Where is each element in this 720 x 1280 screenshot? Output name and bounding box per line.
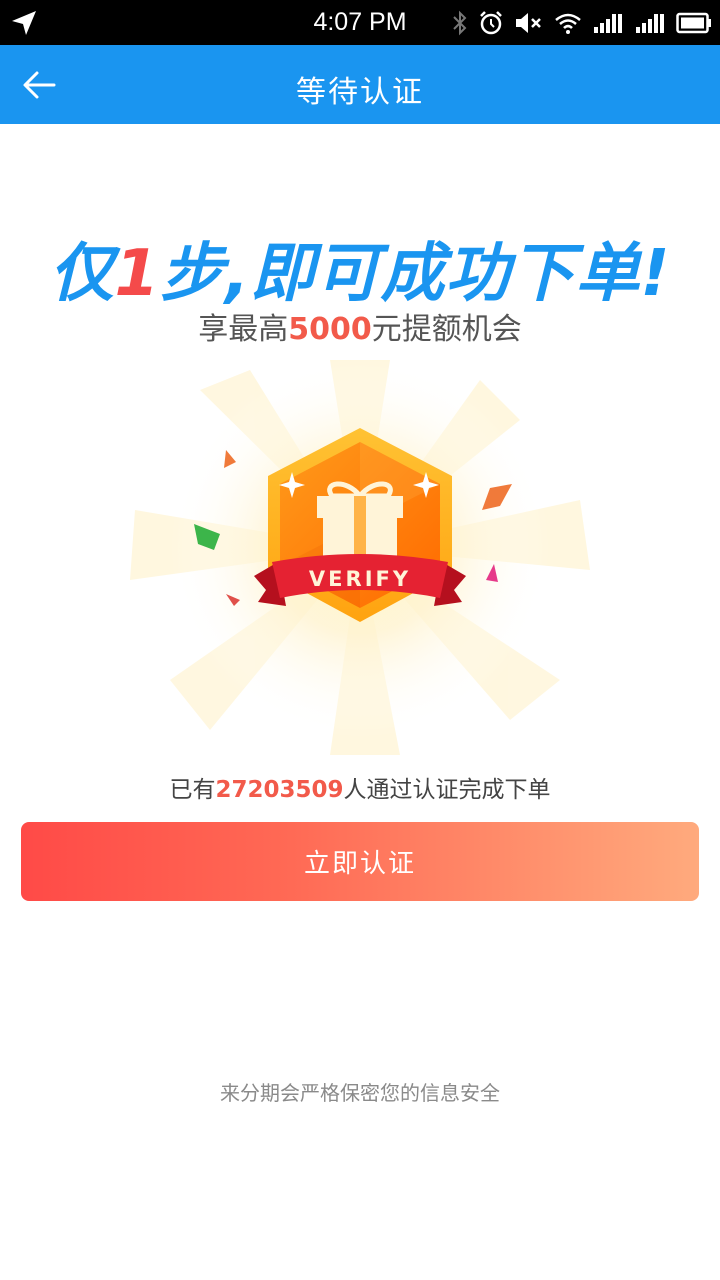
wifi-icon (555, 13, 581, 34)
subline: 享最高5000元提额机会 (0, 304, 720, 348)
subline-amount: 5000 (288, 312, 372, 347)
headline-number: 1 (114, 237, 161, 311)
stats-suffix: 人通过认证完成下单 (343, 777, 551, 803)
privacy-note: 来分期会严格保密您的信息安全 (220, 1081, 500, 1105)
stats-line: 已有27203509人通过认证完成下单 (0, 770, 720, 804)
signal-icon (636, 14, 664, 33)
alarm-icon (480, 11, 502, 35)
signal-icon (594, 14, 622, 33)
subline-prefix: 享最高 (198, 312, 289, 347)
bluetooth-icon (453, 10, 467, 36)
app-bar: 等待认证 (0, 45, 720, 124)
gift-icon (317, 481, 403, 556)
badge-label: VERIFY (309, 567, 411, 591)
headline: 仅1步,即可成功下单! (0, 222, 720, 314)
headline-suffix: 步,即可成功下单! (160, 237, 671, 311)
page-title: 等待认证 (296, 75, 424, 110)
verify-badge-illustration: VERIFY (130, 358, 590, 755)
battery-icon (676, 12, 711, 34)
stats-count: 27203509 (215, 777, 344, 803)
status-bar: 4:07 PM (0, 0, 720, 45)
mute-icon (516, 13, 541, 33)
stats-prefix: 已有 (169, 777, 216, 803)
verify-now-button[interactable]: 立即认证 (21, 822, 699, 901)
subline-suffix: 元提额机会 (371, 312, 522, 347)
headline-prefix: 仅 (49, 237, 115, 311)
